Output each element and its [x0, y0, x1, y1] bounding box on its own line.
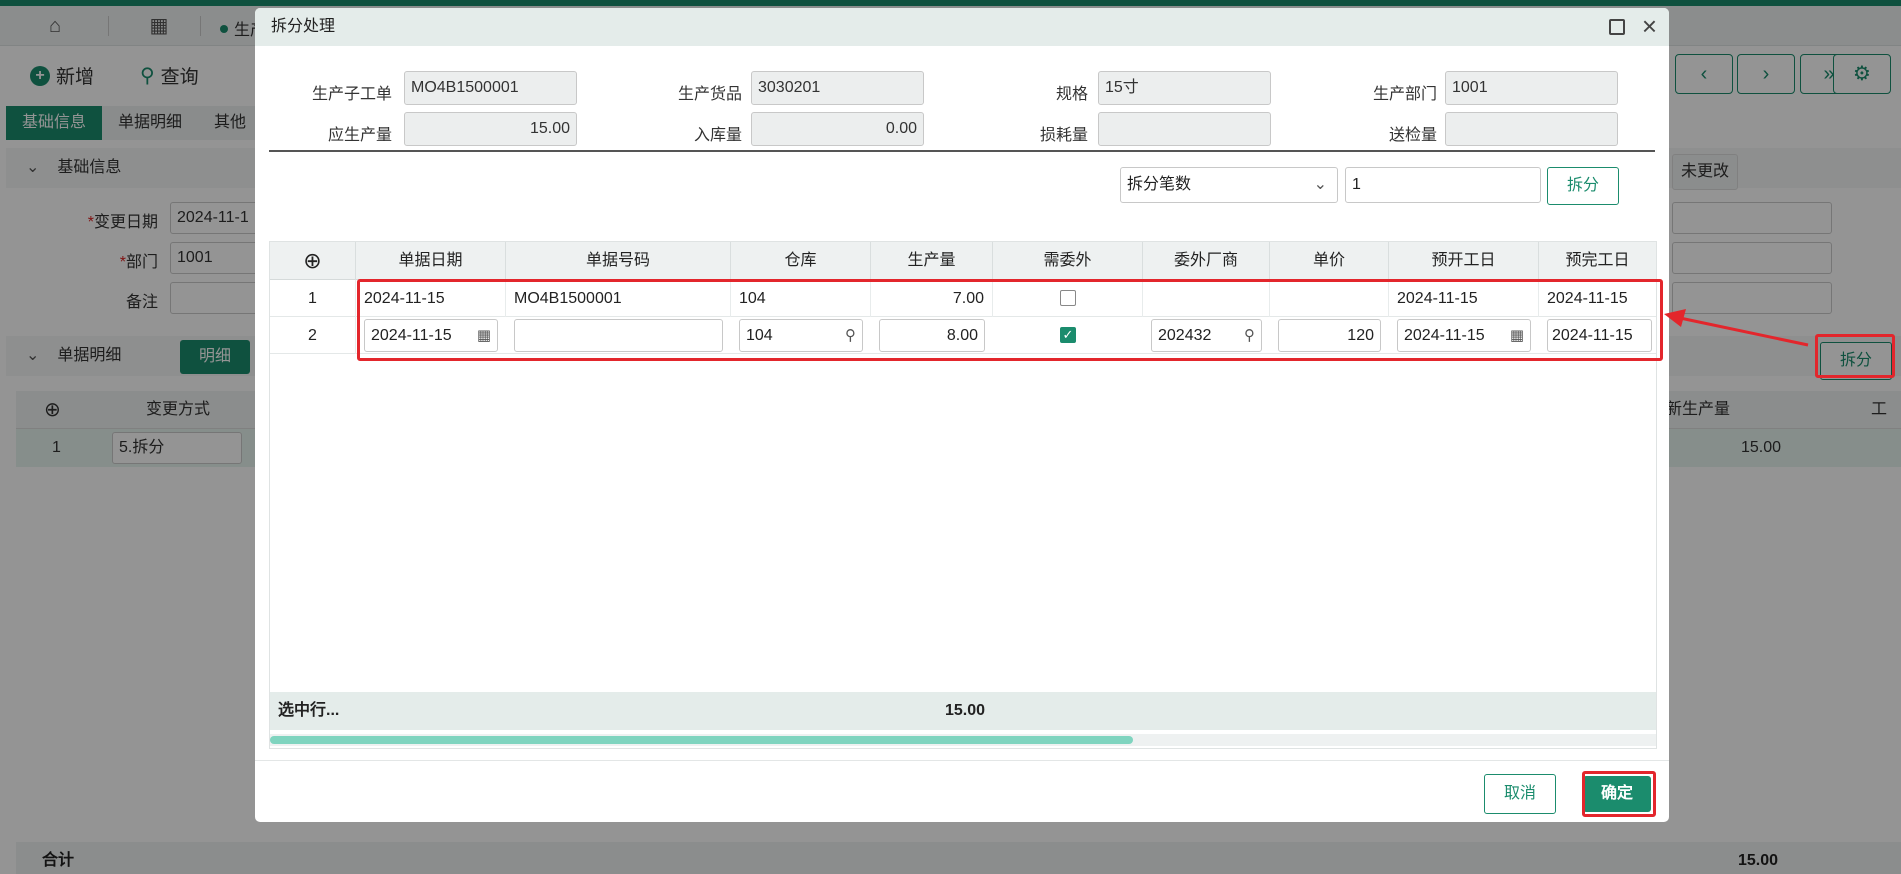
arrow-shaft: [1679, 316, 1809, 347]
arrow-head: [1664, 309, 1686, 327]
annotation-arrow: [1664, 309, 1809, 347]
